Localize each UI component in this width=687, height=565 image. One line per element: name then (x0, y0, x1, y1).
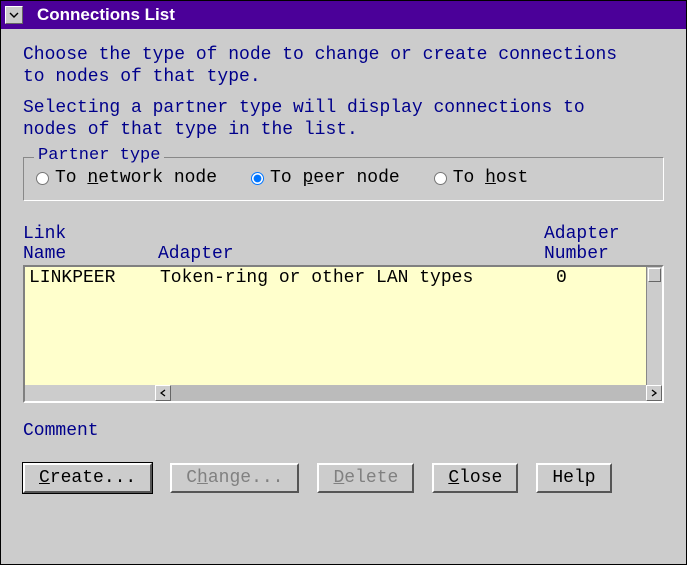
chevron-down-icon (9, 12, 19, 18)
chevron-left-icon (160, 389, 166, 397)
horizontal-scrollbar[interactable] (155, 385, 662, 401)
cell-adapter-number: 0 (556, 267, 646, 289)
cell-link-name: LINKPEER (29, 267, 160, 289)
partner-type-options: To network node To peer node To host (36, 168, 651, 188)
radio-host[interactable]: To host (434, 168, 529, 188)
partner-type-legend: Partner type (34, 146, 164, 165)
h-scroll-right-arrow[interactable] (646, 385, 662, 401)
radio-network-node-input[interactable] (36, 172, 49, 185)
vertical-scrollbar[interactable] (646, 267, 662, 385)
radio-peer-node[interactable]: To peer node (251, 168, 400, 188)
radio-peer-node-label: To peer node (270, 168, 400, 188)
list-column-headers: LinkName Adapter AdapterNumber (23, 225, 664, 265)
partner-type-group: Partner type To network node To peer nod… (23, 157, 664, 201)
intro-line2: to nodes of that type. (23, 67, 261, 87)
change-button[interactable]: Change... (170, 463, 299, 493)
dialog-body: Choose the type of node to change or cre… (1, 29, 686, 509)
create-button[interactable]: Create... (23, 463, 152, 493)
table-row[interactable]: LINKPEER Token-ring or other LAN types 0 (25, 267, 646, 289)
intro-text-1: Choose the type of node to change or cre… (23, 45, 664, 88)
radio-host-label: To host (453, 168, 529, 188)
h-scroll-track[interactable] (171, 385, 646, 401)
chevron-right-icon (651, 389, 657, 397)
intro-text-2: Selecting a partner type will display co… (23, 98, 664, 141)
h-scroll-left-arrow[interactable] (155, 385, 171, 401)
title-bar: Connections List (1, 1, 686, 29)
button-row: Create... Change... Delete Close Help (23, 463, 664, 493)
col-header-adapter: Adapter (158, 225, 544, 265)
col-header-adapter-number: AdapterNumber (544, 225, 664, 265)
close-button[interactable]: Close (432, 463, 518, 493)
radio-network-node[interactable]: To network node (36, 168, 217, 188)
cell-adapter: Token-ring or other LAN types (160, 267, 556, 289)
window-title: Connections List (37, 5, 175, 25)
system-menu-button[interactable] (5, 6, 23, 24)
delete-button[interactable]: Delete (317, 463, 414, 493)
intro-line1: Choose the type of node to change or cre… (23, 45, 617, 65)
radio-network-node-label: To network node (55, 168, 217, 188)
connections-list-rows[interactable]: LINKPEER Token-ring or other LAN types 0 (25, 267, 646, 385)
comment-label: Comment (23, 421, 664, 441)
intro-line3: Selecting a partner type will display co… (23, 98, 585, 118)
v-scroll-thumb[interactable] (648, 268, 661, 282)
radio-host-input[interactable] (434, 172, 447, 185)
connections-listbox[interactable]: LINKPEER Token-ring or other LAN types 0 (23, 265, 664, 403)
intro-line4: nodes of that type in the list. (23, 120, 358, 140)
radio-peer-node-input[interactable] (251, 172, 264, 185)
help-button[interactable]: Help (536, 463, 611, 493)
col-header-link-name: LinkName (23, 225, 158, 265)
